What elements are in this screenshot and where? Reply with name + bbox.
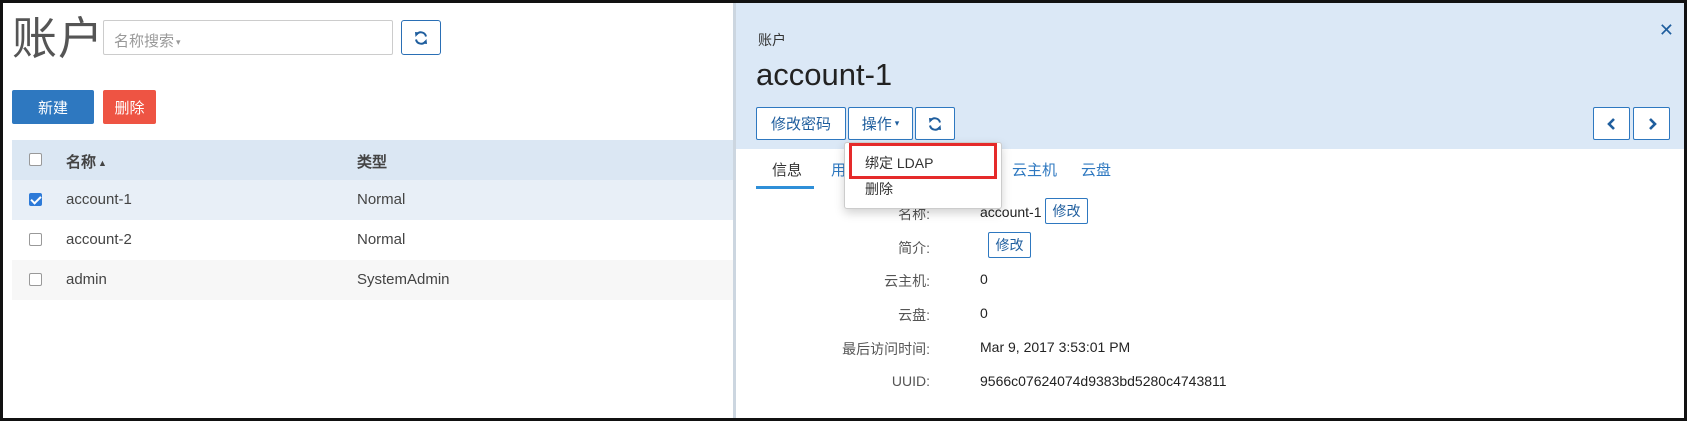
table-row[interactable]: account-2 Normal [12,220,733,260]
close-icon[interactable]: ✕ [1659,20,1674,41]
detail-header: 账户 account-1 ✕ 修改密码 操作 ▾ [736,3,1684,149]
info-label: 云主机: [884,273,930,289]
chevron-left-icon [1606,117,1615,130]
tab-info[interactable]: 信息 [772,159,802,180]
info-row-uuid: UUID: 9566c07624074d9383bd5280c4743811 [736,367,1684,395]
caret-down-icon: ▾ [176,36,181,47]
info-row-vm: 云主机: 0 [736,265,1684,293]
row-name[interactable]: admin [66,271,107,288]
refresh-button[interactable] [401,20,441,55]
table-row[interactable]: admin SystemAdmin [12,260,733,300]
table-header: 名称 ▲ 类型 [12,140,733,180]
info-row-description: 简介: 修改 [736,232,1684,260]
caret-down-icon: ▾ [894,118,900,128]
row-name[interactable]: account-1 [66,191,132,208]
row-checkbox[interactable] [29,193,42,206]
column-header-type[interactable]: 类型 [357,151,387,172]
tab-volume[interactable]: 云盘 [1081,159,1111,180]
info-value: Mar 9, 2017 3:53:01 PM [980,339,1131,355]
detail-refresh-button[interactable] [915,107,955,140]
info-label: 云盘: [898,307,930,323]
row-type: Normal [357,191,406,208]
edit-description-button[interactable]: 修改 [988,232,1031,258]
row-checkbox[interactable] [29,273,42,286]
delete-button[interactable]: 删除 [103,90,156,124]
info-label: UUID: [891,373,930,389]
breadcrumb[interactable]: 账户 [758,30,786,50]
previous-button[interactable] [1593,107,1630,140]
info-row-volume: 云盘: 0 [736,299,1684,327]
new-button[interactable]: 新建 [12,90,94,124]
info-row-last-access: 最后访问时间: Mar 9, 2017 3:53:01 PM [736,333,1684,361]
refresh-icon [415,30,427,45]
page-title: 账户 [12,12,105,65]
search-placeholder: 名称搜索 ▾ [114,33,181,50]
detail-pane: 账户 account-1 ✕ 修改密码 操作 ▾ 信息 用 云主机 云盘 名称:… [733,3,1684,418]
info-value: 0 [980,305,988,321]
select-all-checkbox[interactable] [29,153,42,166]
detail-title: account-1 [756,57,893,92]
operations-button[interactable]: 操作 ▾ [848,107,913,140]
operations-dropdown-menu: 绑定 LDAP 删除 [844,142,1002,209]
app-frame: 账户 名称搜索 ▾ 新建 删除 名称 ▲ 类型 account-1 Normal… [0,0,1687,421]
table-row[interactable]: account-1 Normal [12,180,733,220]
menu-item-bind-ldap[interactable]: 绑定 LDAP [865,153,933,173]
account-table: 名称 ▲ 类型 account-1 Normal account-2 Normal… [12,140,733,300]
next-button[interactable] [1633,107,1670,140]
menu-item-delete[interactable]: 删除 [865,179,893,199]
info-label: 最后访问时间: [842,341,930,357]
search-input[interactable]: 名称搜索 ▾ [103,20,393,55]
refresh-icon [929,116,941,131]
row-checkbox[interactable] [29,233,42,246]
sort-up-icon: ▲ [98,158,107,169]
info-label: 简介: [898,240,930,256]
info-value: 0 [980,271,988,287]
edit-name-button[interactable]: 修改 [1045,198,1088,224]
row-type: SystemAdmin [357,271,450,288]
column-header-name[interactable]: 名称 ▲ [66,151,107,172]
active-tab-indicator [756,186,814,189]
row-name[interactable]: account-2 [66,231,132,248]
info-value: 9566c07624074d9383bd5280c4743811 [980,373,1227,389]
account-list-pane: 账户 名称搜索 ▾ 新建 删除 名称 ▲ 类型 account-1 Normal… [3,3,733,418]
change-password-button[interactable]: 修改密码 [756,107,846,140]
chevron-right-icon [1648,117,1657,130]
tab-vm[interactable]: 云主机 [1012,159,1057,180]
row-type: Normal [357,231,406,248]
